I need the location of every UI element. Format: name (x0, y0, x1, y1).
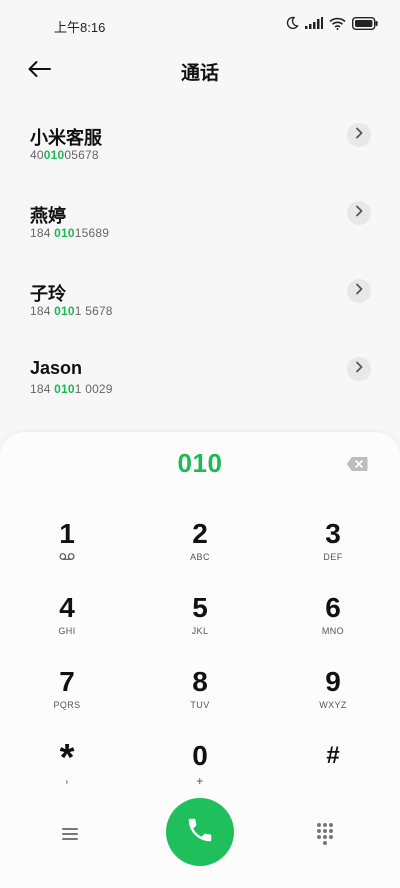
key-digit: 8 (192, 666, 208, 697)
backspace-icon (346, 457, 368, 476)
contact-item[interactable]: Jason 184 0101 0029 (0, 340, 400, 418)
key-letters: JKL (191, 626, 209, 636)
key-7[interactable]: 7 PQRS (7, 666, 127, 736)
contact-name: 子玲 (30, 284, 66, 304)
status-bar: 上午8:16 (0, 0, 400, 48)
wifi-icon (329, 17, 346, 30)
key-digit: # (326, 742, 340, 769)
key-letters: WXYZ (319, 700, 347, 710)
key-3[interactable]: 3 DEF (273, 518, 393, 588)
contact-name: 小米客服 (30, 128, 102, 148)
key-digit: 7 (59, 666, 75, 697)
chevron-right-icon (354, 126, 364, 144)
key-digit: 5 (192, 592, 208, 623)
contact-name: Jason (30, 358, 83, 378)
key-letters: MNO (321, 626, 345, 636)
voicemail-icon (7, 552, 127, 563)
key-letters: TUV (190, 700, 210, 710)
key-digit: 4 (59, 592, 75, 623)
key-digit: 3 (325, 518, 341, 549)
dialpad-toggle-button[interactable] (312, 820, 338, 846)
signal-icon (305, 17, 323, 29)
key-letters: PQRS (53, 700, 81, 710)
page-title: 通话 (180, 63, 219, 84)
chevron-right-icon (354, 204, 364, 222)
status-icons (285, 16, 378, 30)
key-9[interactable]: 9 WXYZ (273, 666, 393, 736)
contact-detail-button[interactable] (347, 123, 371, 147)
key-6[interactable]: 6 MNO (273, 592, 393, 662)
contact-list: 小米客服 4001005678 燕婷 184 01015689 子玲 184 0… (0, 106, 400, 418)
contact-detail-button[interactable] (347, 357, 371, 381)
key-letters: ABC (190, 552, 210, 562)
menu-button[interactable] (58, 822, 82, 846)
dial-input[interactable]: 010 (0, 448, 400, 479)
key-letters: GHI (58, 626, 76, 636)
key-letters: DEF (323, 552, 343, 562)
contact-item[interactable]: 小米客服 4001005678 (0, 106, 400, 184)
battery-icon (352, 16, 378, 30)
key-digit: 1 (59, 518, 75, 549)
contact-number: 184 0101 5678 (30, 304, 113, 318)
delete-button[interactable] (346, 456, 368, 472)
key-digit: 2 (192, 518, 208, 549)
chevron-right-icon (354, 282, 364, 300)
key-digit: 0 (192, 740, 208, 771)
contact-name: 燕婷 (30, 206, 66, 226)
key-5[interactable]: 5 JKL (140, 592, 260, 662)
contact-item[interactable]: 子玲 184 0101 5678 (0, 262, 400, 340)
key-8[interactable]: 8 TUV (140, 666, 260, 736)
key-4[interactable]: 4 GHI (7, 592, 127, 662)
key-2[interactable]: 2 ABC (140, 518, 260, 588)
moon-icon (285, 16, 299, 30)
contact-number: 184 0101 0029 (30, 382, 113, 396)
contact-item[interactable]: 燕婷 184 01015689 (0, 184, 400, 262)
header: 通话 (0, 48, 400, 92)
dialer-panel: 010 1 2 ABC 3 DEF 4 GHI 5 JKL 6 MNO 7 PQ… (0, 432, 400, 888)
chevron-right-icon (354, 360, 364, 378)
contact-detail-button[interactable] (347, 201, 371, 225)
key-letters: + (196, 774, 204, 788)
status-time: 上午8:16 (54, 20, 106, 35)
contact-number: 184 01015689 (30, 226, 110, 240)
bottom-bar (0, 798, 400, 878)
menu-icon (58, 828, 82, 850)
key-digit: 9 (325, 666, 341, 697)
key-letters: , (64, 770, 69, 785)
contact-number: 4001005678 (30, 148, 99, 162)
key-digit: 6 (325, 592, 341, 623)
contact-detail-button[interactable] (347, 279, 371, 303)
phone-icon (185, 815, 215, 850)
key-1[interactable]: 1 (7, 518, 127, 588)
dialpad-icon (312, 823, 338, 850)
call-button[interactable] (166, 798, 234, 866)
